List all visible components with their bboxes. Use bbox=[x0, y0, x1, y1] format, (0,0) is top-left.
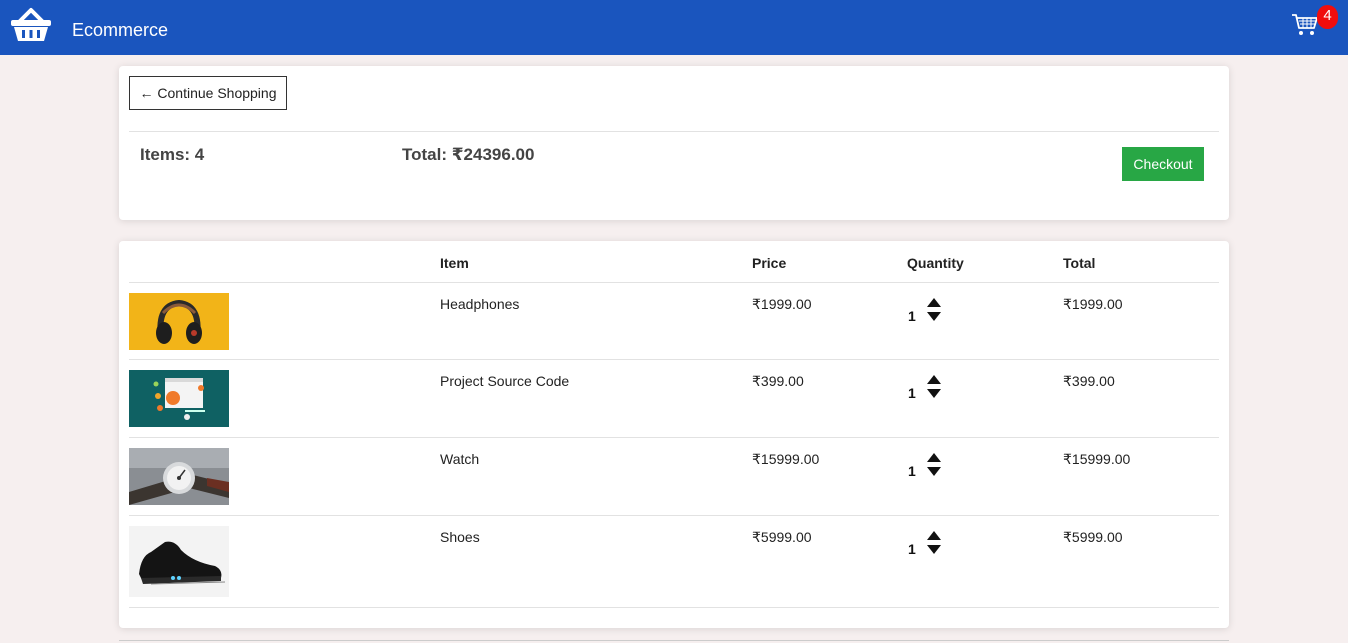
quantity-stepper bbox=[927, 531, 943, 557]
cart-count-badge: 4 bbox=[1317, 5, 1338, 29]
source-code-image bbox=[129, 370, 229, 427]
item-total: ₹399.00 bbox=[1063, 373, 1115, 389]
increase-quantity-icon[interactable] bbox=[927, 453, 941, 462]
cart-icon[interactable] bbox=[1291, 13, 1319, 37]
item-total: ₹15999.00 bbox=[1063, 451, 1131, 467]
items-count: Items: 4 bbox=[140, 145, 205, 164]
column-header-item: Item bbox=[440, 255, 469, 271]
item-total: ₹1999.00 bbox=[1063, 296, 1123, 312]
cart-table: Item Price Quantity Total Headphones ₹19… bbox=[119, 241, 1229, 628]
watch-image bbox=[129, 448, 229, 505]
item-price: ₹1999.00 bbox=[752, 296, 812, 312]
quantity-stepper bbox=[927, 298, 943, 324]
item-total: ₹5999.00 bbox=[1063, 529, 1123, 545]
increase-quantity-icon[interactable] bbox=[927, 375, 941, 384]
increase-quantity-icon[interactable] bbox=[927, 531, 941, 540]
item-name: Project Source Code bbox=[440, 373, 570, 389]
decrease-quantity-icon[interactable] bbox=[927, 467, 941, 476]
basket-icon[interactable] bbox=[10, 7, 52, 43]
top-navbar: Ecommerce 4 bbox=[0, 0, 1348, 55]
decrease-quantity-icon[interactable] bbox=[927, 545, 941, 554]
decrease-quantity-icon[interactable] bbox=[927, 389, 941, 398]
column-header-total: Total bbox=[1063, 255, 1096, 271]
brand-title[interactable]: Ecommerce bbox=[72, 20, 168, 41]
item-quantity: 1 bbox=[908, 463, 916, 479]
item-name: Shoes bbox=[440, 529, 480, 545]
item-quantity: 1 bbox=[908, 308, 916, 324]
increase-quantity-icon[interactable] bbox=[927, 298, 941, 307]
cart-summary-card: ← Continue Shopping Items: 4 Total: ₹243… bbox=[119, 66, 1229, 220]
item-price: ₹5999.00 bbox=[752, 529, 812, 545]
column-header-price: Price bbox=[752, 255, 787, 271]
quantity-stepper bbox=[927, 453, 943, 479]
item-quantity: 1 bbox=[908, 541, 916, 557]
item-price: ₹15999.00 bbox=[752, 451, 820, 467]
table-row: Shoes ₹5999.00 1 ₹5999.00 bbox=[129, 516, 1219, 608]
table-row: Headphones ₹1999.00 1 ₹1999.00 bbox=[129, 283, 1219, 360]
table-row: Watch ₹15999.00 1 ₹15999.00 bbox=[129, 438, 1219, 516]
checkout-button[interactable]: Checkout bbox=[1122, 147, 1204, 181]
continue-shopping-button[interactable]: ← Continue Shopping bbox=[129, 76, 287, 110]
item-quantity: 1 bbox=[908, 385, 916, 401]
item-name: Headphones bbox=[440, 296, 520, 312]
headphones-image bbox=[129, 293, 229, 350]
item-price: ₹399.00 bbox=[752, 373, 804, 389]
shoes-image bbox=[129, 526, 229, 597]
cart-total: Total: ₹24396.00 bbox=[402, 145, 535, 164]
quantity-stepper bbox=[927, 375, 943, 401]
divider bbox=[129, 131, 1219, 132]
item-name: Watch bbox=[440, 451, 480, 467]
decrease-quantity-icon[interactable] bbox=[927, 312, 941, 321]
column-header-quantity: Quantity bbox=[907, 255, 964, 271]
table-row: Project Source Code ₹399.00 1 ₹399.00 bbox=[129, 360, 1219, 438]
